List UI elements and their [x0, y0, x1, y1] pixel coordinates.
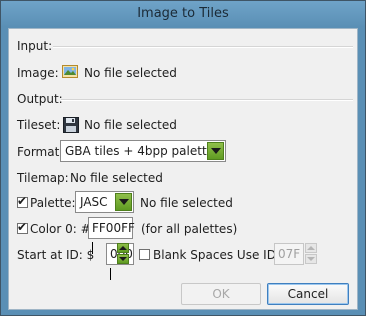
chevron-down-icon[interactable] [115, 193, 132, 211]
cancel-button[interactable]: Cancel [267, 283, 349, 305]
image-file-icon[interactable] [62, 65, 78, 79]
palette-label[interactable]: Palette: [30, 196, 76, 210]
spin-down-icon[interactable] [117, 254, 129, 264]
start-id-label: Start at ID: $ [17, 248, 95, 262]
save-disk-icon[interactable] [63, 117, 79, 133]
blank-spaces-id-input[interactable]: 07F [274, 243, 304, 265]
tilemap-file-value: No file selected [70, 171, 163, 185]
output-section-label: Output: [17, 92, 63, 106]
start-id-spinner[interactable] [117, 243, 129, 265]
spin-up-icon[interactable] [305, 243, 317, 253]
blank-spaces-spinner[interactable] [305, 243, 317, 265]
color0-note: (for all palettes) [141, 222, 238, 236]
output-section-divider [61, 99, 353, 101]
color0-hex-input[interactable]: FF00FF [88, 217, 135, 254]
dialog-body: Input: Image: No file selected Output: T… [8, 28, 358, 310]
color0-hex-value: FF00FF [92, 221, 135, 235]
image-label: Image: [17, 66, 59, 80]
spin-up-icon[interactable] [117, 243, 129, 253]
format-dropdown[interactable]: GBA tiles + 4bpp palettes [60, 140, 226, 162]
tileset-file-value: No file selected [84, 118, 177, 132]
input-section-label: Input: [17, 39, 53, 53]
text-caret [110, 268, 111, 280]
palette-format-dropdown[interactable]: JASC [75, 191, 134, 213]
ok-button[interactable]: OK [181, 283, 261, 305]
window-title: Image to Tiles [137, 6, 229, 21]
format-selected-value: GBA tiles + 4bpp palettes [65, 144, 221, 158]
color0-label[interactable]: Color 0: # [30, 222, 91, 236]
blank-spaces-checkbox[interactable] [139, 249, 150, 260]
chevron-down-icon[interactable] [207, 142, 224, 160]
ok-button-label: OK [212, 287, 230, 301]
dialog-window: Image to Tiles Input: Image: No file sel… [0, 0, 366, 316]
blank-spaces-id-value: 07F [278, 247, 301, 261]
image-file-value: No file selected [84, 66, 177, 80]
tileset-label: Tileset: [17, 118, 61, 132]
title-bar[interactable]: Image to Tiles [1, 1, 365, 27]
format-label: Format: [17, 145, 64, 159]
cancel-button-label: Cancel [287, 287, 329, 301]
color0-checkbox[interactable] [17, 220, 28, 234]
spin-down-icon[interactable] [305, 254, 317, 264]
input-section-divider [53, 46, 353, 48]
palette-file-value: No file selected [140, 196, 233, 210]
palette-checkbox[interactable] [17, 194, 28, 208]
palette-format-value: JASC [80, 195, 108, 209]
tilemap-label: Tilemap: [17, 171, 69, 185]
blank-spaces-label[interactable]: Blank Spaces Use ID: $ [153, 248, 291, 262]
